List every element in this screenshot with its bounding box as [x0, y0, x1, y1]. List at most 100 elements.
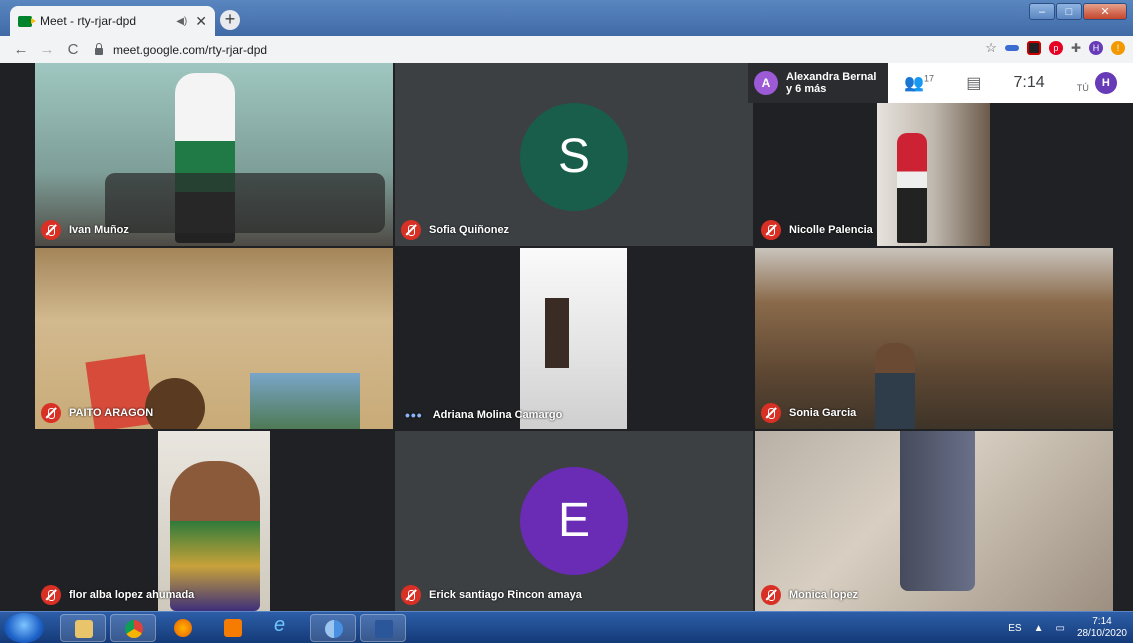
browser-toolbar: ← → C meet.google.com/rty-rjar-dpd ☆ p ✚…	[0, 36, 1133, 63]
new-tab-button[interactable]: +	[220, 10, 240, 30]
meeting-clock: 7:14	[1013, 74, 1045, 91]
update-icon[interactable]: !	[1111, 41, 1125, 55]
video-sofa	[105, 173, 385, 233]
mic-off-icon	[41, 585, 61, 605]
participant-name: PAITO ARAGON	[69, 407, 154, 419]
presenter-avatar: A	[754, 71, 778, 95]
mic-off-icon	[41, 403, 61, 423]
tab-close-icon[interactable]: ✕	[195, 13, 207, 30]
participant-name: Monica lopez	[789, 589, 859, 601]
participant-avatar: S	[520, 103, 628, 211]
meet-controls: 👥17 ▤ 7:14 TÚ H	[888, 63, 1133, 103]
participant-tile[interactable]: PAITO ARAGON	[35, 248, 393, 429]
system-tray: ES ▲ ▭ 7:14 28/10/2020	[1008, 616, 1127, 640]
reload-icon[interactable]: C	[60, 41, 86, 58]
you-label: TÚ	[1076, 83, 1089, 93]
chrome-alt-icon	[325, 620, 343, 638]
tray-arrow-icon[interactable]: ▲	[1034, 623, 1044, 634]
participant-label: Sofia Quiñonez	[401, 220, 509, 240]
window-controls: – □ ✕	[1029, 3, 1127, 20]
video-person	[145, 378, 205, 429]
word-icon	[375, 620, 393, 638]
video-poster	[250, 373, 360, 429]
participants-count: 17	[924, 73, 935, 84]
language-indicator[interactable]: ES	[1008, 623, 1021, 634]
media-icon	[224, 619, 242, 637]
participant-label: Ivan Muñoz	[41, 220, 129, 240]
ie-button[interactable]: e	[260, 614, 306, 642]
start-button[interactable]	[4, 613, 44, 643]
participant-tile[interactable]: Monica lopez	[755, 431, 1113, 611]
back-icon[interactable]: ←	[8, 41, 34, 58]
participant-label: Sonia Garcia	[761, 403, 856, 423]
word-button[interactable]	[360, 614, 406, 642]
participant-tile[interactable]: Sonia Garcia	[755, 248, 1113, 429]
star-icon[interactable]: ☆	[985, 41, 997, 55]
windows-taskbar: e ES ▲ ▭ 7:14 28/10/2020	[0, 611, 1133, 643]
chat-icon[interactable]: ▤	[966, 73, 981, 93]
video-person	[900, 431, 975, 591]
extension-red-icon[interactable]	[1026, 41, 1041, 55]
participant-label: Nicolle Palencia	[761, 220, 873, 240]
video-door	[545, 298, 569, 368]
folder-icon	[75, 620, 93, 638]
browser-tabbar: Meet - rty-rjar-dpd ◀) ✕ + – □ ✕	[0, 0, 1133, 36]
participant-tile[interactable]: Ivan Muñoz	[35, 63, 393, 246]
participant-name: Sofia Quiñonez	[429, 224, 510, 236]
url-text: meet.google.com/rty-rjar-dpd	[113, 42, 268, 57]
participant-label: PAITO ARAGON	[41, 403, 153, 423]
participant-avatar: E	[520, 467, 628, 575]
video-person	[897, 133, 927, 243]
profile-avatar-icon[interactable]: H	[1089, 41, 1103, 55]
participant-label: Monica lopez	[761, 585, 858, 605]
speaking-dots-icon: •••	[405, 407, 423, 423]
ie-icon: e	[274, 614, 286, 636]
mic-off-icon	[401, 220, 421, 240]
pinterest-icon[interactable]: p	[1048, 41, 1063, 55]
network-icon[interactable]: ▭	[1055, 623, 1064, 634]
chrome-button[interactable]	[110, 614, 156, 642]
participant-tile[interactable]: E Erick santiago Rincon amaya	[395, 431, 753, 611]
mic-off-icon	[401, 585, 421, 605]
participant-name: Sonia Garcia	[789, 407, 857, 419]
meet-top-right-bar: A Alexandra Bernal y 6 más 👥17 ▤ 7:14 TÚ…	[748, 63, 1133, 103]
participant-tile[interactable]: S Sofia Quiñonez	[395, 63, 753, 246]
video-person	[875, 343, 915, 429]
minimize-button[interactable]: –	[1029, 3, 1055, 20]
participant-label: ••• Adriana Molina Camargo	[401, 407, 562, 423]
participant-name: Erick santiago Rincon amaya	[429, 589, 582, 601]
extension-blue-icon[interactable]	[1004, 45, 1019, 51]
participant-tile[interactable]: flor alba lopez ahumada	[35, 431, 393, 611]
system-clock[interactable]: 7:14 28/10/2020	[1077, 616, 1127, 640]
close-window-button[interactable]: ✕	[1083, 3, 1127, 20]
video-feed	[877, 103, 990, 246]
participant-name: flor alba lopez ahumada	[69, 589, 195, 601]
participant-name: Nicolle Palencia	[789, 224, 873, 236]
chrome-active-button[interactable]	[310, 614, 356, 642]
presenting-chip[interactable]: A Alexandra Bernal y 6 más	[748, 63, 888, 103]
chrome-icon	[125, 620, 143, 638]
participants-button[interactable]: 👥17	[904, 73, 934, 93]
audio-icon[interactable]: ◀)	[176, 16, 187, 27]
maximize-button[interactable]: □	[1056, 3, 1082, 20]
meet-favicon-icon	[18, 15, 36, 27]
self-view[interactable]: TÚ H	[1077, 72, 1117, 94]
explorer-button[interactable]	[60, 614, 106, 642]
presenter-more: y 6 más	[786, 83, 827, 95]
browser-tab[interactable]: Meet - rty-rjar-dpd ◀) ✕	[10, 6, 215, 36]
forward-icon[interactable]: →	[34, 41, 60, 58]
participant-tile[interactable]: ••• Adriana Molina Camargo	[395, 248, 753, 429]
firefox-button[interactable]	[160, 614, 206, 642]
video-feed	[520, 248, 627, 429]
participant-name: Ivan Muñoz	[69, 224, 129, 236]
mic-off-icon	[761, 220, 781, 240]
puzzle-icon[interactable]: ✚	[1071, 41, 1081, 55]
extensions-area: ☆ p ✚ H !	[985, 41, 1125, 55]
self-avatar: H	[1094, 72, 1117, 94]
media-button[interactable]	[210, 614, 256, 642]
presenter-name: Alexandra Bernal	[786, 71, 877, 83]
clock-date: 28/10/2020	[1076, 628, 1127, 639]
address-bar[interactable]: meet.google.com/rty-rjar-dpd	[95, 39, 965, 60]
participant-name: Adriana Molina Camargo	[432, 409, 563, 421]
mic-off-icon	[761, 585, 781, 605]
